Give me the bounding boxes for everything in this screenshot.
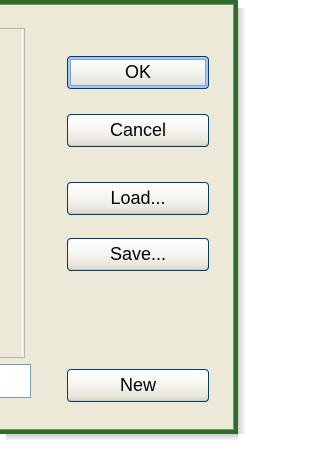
new-button[interactable]: New (67, 369, 209, 402)
ok-button[interactable]: OK (67, 56, 209, 89)
cancel-button[interactable]: Cancel (67, 114, 209, 147)
dialog-window: OK Cancel Load... Save... New (0, 0, 238, 434)
save-button[interactable]: Save... (67, 238, 209, 271)
load-button[interactable]: Load... (67, 182, 209, 215)
name-input[interactable] (0, 364, 31, 398)
item-list-panel[interactable] (0, 28, 25, 358)
screenshot-stage: OK Cancel Load... Save... New (0, 0, 248, 451)
